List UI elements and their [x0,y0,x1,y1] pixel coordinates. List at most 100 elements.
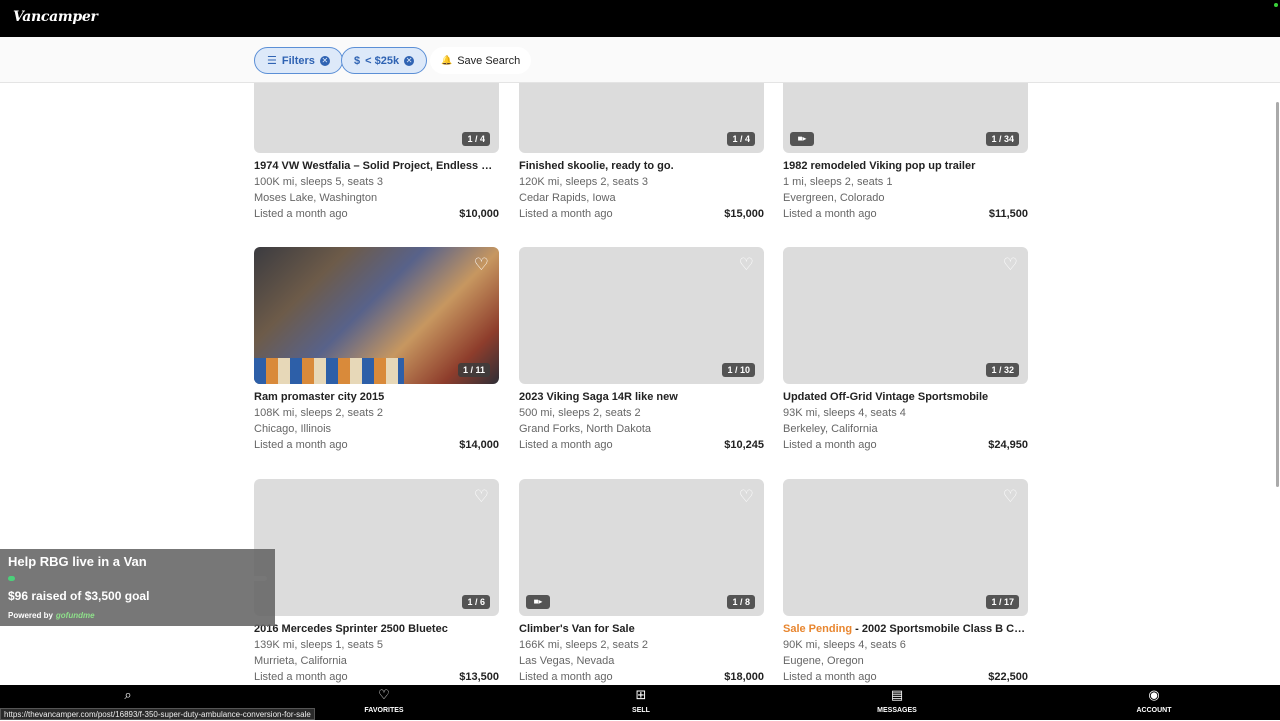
photo-counter: 1 / 4 [462,132,490,146]
listing-title[interactable]: Ram promaster city 2015 [254,391,499,403]
nav-sell[interactable]: ⊞ SELL [601,687,681,715]
vancamper-logo[interactable]: Vancamper [13,9,98,25]
listing-title[interactable]: 1982 remodeled Viking pop up trailer [783,160,1028,172]
listing-specs: 108K mi, sleeps 2, seats 2 [254,407,384,419]
photo-counter: 1 / 11 [457,363,490,377]
heart-icon: ♡ [378,687,390,702]
listing-thumbnail[interactable]: 1 / 4 [254,83,499,153]
price-chip[interactable]: $ < $25k ✕ [341,47,428,74]
listing-title[interactable]: Climber's Van for Sale [519,623,764,635]
fundraiser-progress-fill [8,576,15,581]
fundraiser-widget[interactable]: Help RBG live in a Van $96 raised of $3,… [0,549,275,626]
nav-account-label: ACCOUNT [1136,707,1172,714]
price-chip-label: < $25k [365,54,400,67]
listing-title[interactable]: 1974 VW Westfalia – Solid Project, Endle… [254,160,499,172]
listing-date: Listed a month ago [519,208,613,220]
nav-sell-label: SELL [632,707,650,714]
filters-chip-label: Filters [281,54,315,67]
account-icon: ◉ [1148,687,1160,702]
listing-thumbnail[interactable]: ♡ 1 / 11 [254,247,499,384]
sale-pending-badge: Sale Pending [783,623,853,635]
listing-location: Evergreen, Colorado [783,192,885,204]
fundraiser-progress [8,576,267,581]
listing-specs: 1 mi, sleeps 2, seats 1 [783,176,893,188]
listing-title[interactable]: Finished skoolie, ready to go. [519,160,764,172]
listing-specs: 139K mi, sleeps 1, seats 5 [254,639,384,651]
listing-price: $15,000 [724,208,764,220]
listing-specs: 500 mi, sleeps 2, seats 2 [519,407,641,419]
add-square-icon: ⊞ [635,687,647,702]
listing-title[interactable]: 2016 Mercedes Sprinter 2500 Bluetec [254,623,499,635]
heart-icon[interactable]: ♡ [474,256,489,273]
listing-location: Eugene, Oregon [783,655,864,667]
message-icon: ▤ [890,687,904,702]
photo-counter: 1 / 32 [986,363,1019,377]
bell-icon: 🔔 [441,55,453,65]
video-icon: ■▸ [790,132,814,146]
listing-title[interactable]: Sale Pending - 2002 Sportsmobile Class B… [783,623,1028,635]
heart-icon[interactable]: ♡ [739,256,754,273]
listing-date: Listed a month ago [519,671,613,683]
listing-location: Berkeley, California [783,423,878,435]
nav-search[interactable]: ⌕ [88,688,168,702]
gofundme-logo[interactable]: gofundme [56,611,95,620]
nav-favorites[interactable]: ♡ FAVORITES [344,687,424,715]
listing-card[interactable]: 1 / 4 1974 VW Westfalia – Solid Project,… [254,83,499,220]
listing-card[interactable]: ♡ ■▸ 1 / 8 Climber's Van for Sale 166K m… [519,479,764,683]
listing-specs: 100K mi, sleeps 5, seats 3 [254,176,384,188]
dollar-icon: $ [354,54,361,67]
listing-date: Listed a month ago [519,439,613,451]
listing-title-text: - 2002 Sportsmobile Class B Cam... [852,623,1028,635]
fundraiser-raised: $96 raised of $3,500 goal [8,589,150,603]
fundraiser-powered: Powered by gofundme [8,611,95,620]
listing-location: Moses Lake, Washington [254,192,378,204]
listing-card[interactable]: 1 / 4 Finished skoolie, ready to go. 120… [519,83,764,220]
heart-icon[interactable]: ♡ [474,488,489,505]
page-scrollbar[interactable] [1276,102,1279,487]
listing-card[interactable]: ♡ 1 / 11 Ram promaster city 2015 108K mi… [254,247,499,451]
clear-filters-icon[interactable]: ✕ [319,55,330,66]
listing-thumbnail[interactable]: ♡ 1 / 32 [783,247,1028,384]
listing-card[interactable]: ♡ 1 / 6 2016 Mercedes Sprinter 2500 Blue… [254,479,499,683]
nav-favorites-label: FAVORITES [364,707,404,714]
save-search-label: Save Search [457,54,521,67]
listing-thumbnail[interactable]: ♡ 1 / 6 [254,479,499,616]
listing-specs: 90K mi, sleeps 4, seats 6 [783,639,906,651]
listing-thumbnail[interactable]: ♡ ■▸ 1 / 8 [519,479,764,616]
photo-counter: 1 / 34 [986,132,1019,146]
listing-price: $18,000 [724,671,764,683]
listing-price: $13,500 [459,671,499,683]
listing-thumbnail[interactable]: ■▸ 1 / 34 [783,83,1028,153]
listing-card[interactable]: ♡ 1 / 17 Sale Pending - 2002 Sportsmobil… [783,479,1028,683]
listing-location: Chicago, Illinois [254,423,332,435]
photo-counter: 1 / 17 [986,595,1019,609]
listing-thumbnail[interactable]: ♡ 1 / 17 [783,479,1028,616]
search-icon: ⌕ [124,687,132,702]
clear-price-icon[interactable]: ✕ [404,55,415,66]
heart-icon[interactable]: ♡ [1003,488,1018,505]
listing-specs: 166K mi, sleeps 2, seats 2 [519,639,649,651]
photo-counter: 1 / 6 [462,595,490,609]
nav-messages[interactable]: ▤ MESSAGES [857,687,937,715]
powered-by-label: Powered by [8,611,53,620]
photo-counter: 1 / 10 [722,363,755,377]
listing-thumbnail[interactable]: 1 / 4 [519,83,764,153]
filters-chip[interactable]: ☰ Filters ✕ [254,47,343,74]
save-search-button[interactable]: 🔔 Save Search [430,47,532,74]
nav-account[interactable]: ◉ ACCOUNT [1114,687,1194,715]
photo-counter: 1 / 4 [727,132,755,146]
listing-photo-detail [254,358,404,384]
listing-card[interactable]: ■▸ 1 / 34 1982 remodeled Viking pop up t… [783,83,1028,220]
listing-card[interactable]: ♡ 1 / 32 Updated Off-Grid Vintage Sports… [783,247,1028,451]
nav-messages-label: MESSAGES [877,707,917,714]
listing-title[interactable]: Updated Off-Grid Vintage Sportsmobile [783,391,1028,403]
heart-icon[interactable]: ♡ [739,488,754,505]
listing-title[interactable]: 2023 Viking Saga 14R like new [519,391,764,403]
listing-price: $10,000 [459,208,499,220]
fundraiser-title: Help RBG live in a Van [8,554,147,569]
heart-icon[interactable]: ♡ [1003,256,1018,273]
top-bar: Vancamper [0,0,1280,37]
listing-card[interactable]: ♡ 1 / 10 2023 Viking Saga 14R like new 5… [519,247,764,451]
listing-specs: 93K mi, sleeps 4, seats 4 [783,407,906,419]
listing-thumbnail[interactable]: ♡ 1 / 10 [519,247,764,384]
